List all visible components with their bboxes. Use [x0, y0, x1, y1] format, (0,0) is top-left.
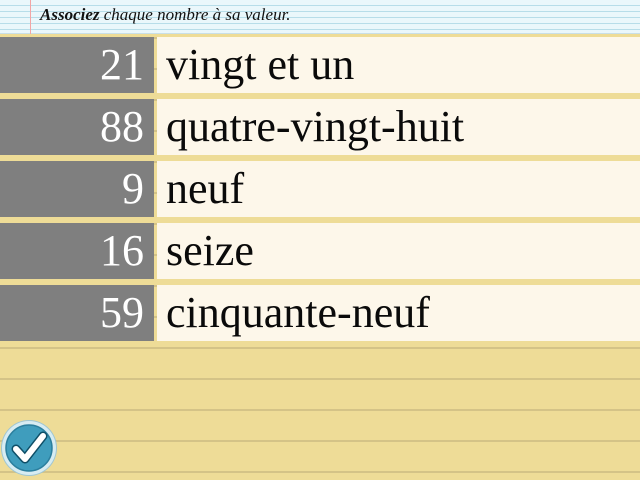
match-row: 9 neuf — [0, 161, 640, 217]
match-row: 88 quatre-vingt-huit — [0, 99, 640, 155]
word-tile[interactable]: neuf — [157, 161, 640, 217]
instruction-text: Associez chaque nombre à sa valeur. — [40, 5, 291, 25]
instruction-bar: Associez chaque nombre à sa valeur. — [0, 0, 640, 34]
match-row: 21 vingt et un — [0, 37, 640, 93]
instruction-emphasis: Associez — [40, 5, 100, 24]
word-tile[interactable]: seize — [157, 223, 640, 279]
match-row: 16 seize — [0, 223, 640, 279]
instruction-rest: chaque nombre à sa valeur. — [99, 5, 291, 24]
number-tile[interactable]: 59 — [0, 285, 154, 341]
number-tile[interactable]: 88 — [0, 99, 154, 155]
number-tile[interactable]: 9 — [0, 161, 154, 217]
checkmark-icon — [5, 424, 53, 472]
check-answer-button[interactable] — [2, 421, 56, 475]
match-row: 59 cinquante-neuf — [0, 285, 640, 341]
number-tile[interactable]: 16 — [0, 223, 154, 279]
margin-line — [30, 0, 31, 34]
match-list: 21 vingt et un 88 quatre-vingt-huit 9 ne… — [0, 37, 640, 347]
word-tile[interactable]: vingt et un — [157, 37, 640, 93]
word-tile[interactable]: cinquante-neuf — [157, 285, 640, 341]
word-tile[interactable]: quatre-vingt-huit — [157, 99, 640, 155]
number-tile[interactable]: 21 — [0, 37, 154, 93]
